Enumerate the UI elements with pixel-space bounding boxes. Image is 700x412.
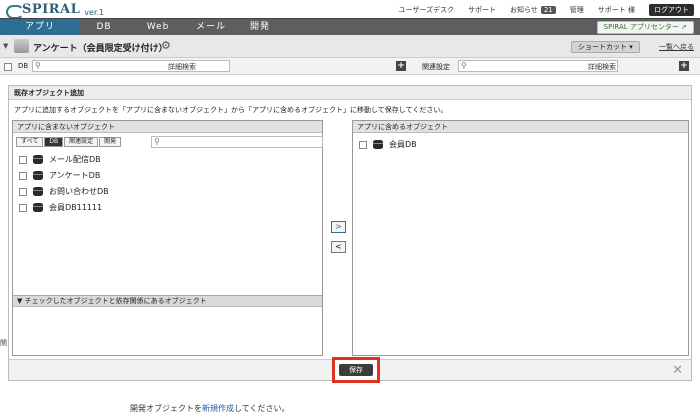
add-db-icon[interactable]: + bbox=[396, 61, 406, 71]
database-icon bbox=[373, 140, 383, 149]
database-icon bbox=[33, 203, 43, 212]
logo-text: SPIRAL bbox=[22, 2, 81, 17]
search-row: DB ⚲ 詳細検索 + 関連設定 ⚲ 詳細検索 + bbox=[0, 58, 700, 75]
top-links: ユーザーズデスク サポート お知らせ 21 管理 サポート 様 ログアウト bbox=[398, 4, 694, 16]
dependency-section-header[interactable]: ▼ チェックしたオブジェクトと依存関係にあるオブジェクト bbox=[13, 295, 322, 307]
db-advanced-search[interactable]: 詳細検索 bbox=[168, 62, 196, 72]
create-new-link[interactable]: 新規作成 bbox=[202, 404, 234, 412]
item-label: お問い合わせDB bbox=[49, 187, 109, 196]
filter-dev-button[interactable]: 開発 bbox=[99, 137, 122, 147]
app-center-button[interactable]: SPIRAL アプリセンター ➚ bbox=[596, 21, 694, 34]
notice-link[interactable]: お知らせ 21 bbox=[510, 5, 556, 15]
support-link[interactable]: サポート bbox=[468, 5, 496, 15]
app-center-label: SPIRAL アプリセンター bbox=[603, 23, 679, 31]
item-label: メール配信DB bbox=[49, 155, 101, 164]
add-object-dialog: 既存オブジェクト追加 アプリに追加するオブジェクトを「アプリに含まないオブジェク… bbox=[8, 85, 692, 383]
dialog-title: 既存オブジェクト追加 bbox=[9, 86, 691, 100]
list-item[interactable]: 会員DB11111 bbox=[19, 202, 102, 213]
external-link-icon: ➚ bbox=[681, 23, 687, 31]
list-item[interactable]: アンケートDB bbox=[19, 170, 100, 181]
database-icon bbox=[33, 155, 43, 164]
spiral-logo[interactable]: SPIRAL ver.1 bbox=[6, 2, 105, 19]
close-icon[interactable]: ✕ bbox=[672, 363, 683, 378]
tab-dev[interactable]: 開発 bbox=[234, 19, 286, 36]
item-label: 会員DB bbox=[389, 140, 417, 149]
filter-related-button[interactable]: 関連設定 bbox=[64, 137, 99, 147]
db-search-input[interactable]: ⚲ bbox=[32, 60, 230, 72]
item-checkbox[interactable] bbox=[359, 140, 367, 149]
database-icon bbox=[33, 171, 43, 180]
user-name: サポート 様 bbox=[597, 6, 635, 14]
back-to-list-link[interactable]: 一覧へ戻る bbox=[659, 42, 694, 52]
top-header: SPIRAL ver.1 ユーザーズデスク サポート お知らせ 21 管理 サポー… bbox=[0, 0, 700, 20]
logout-button[interactable]: ログアウト bbox=[649, 4, 694, 16]
notice-count-badge: 21 bbox=[540, 6, 556, 14]
tab-app[interactable]: アプリ bbox=[0, 19, 80, 36]
search-icon: ⚲ bbox=[35, 61, 41, 70]
list-item[interactable]: お問い合わせDB bbox=[19, 186, 109, 197]
item-checkbox[interactable] bbox=[19, 187, 27, 196]
notice-label: お知らせ bbox=[509, 6, 538, 14]
spiral-logo-icon bbox=[6, 3, 24, 19]
item-checkbox[interactable] bbox=[19, 155, 27, 164]
gear-icon[interactable]: ⚙ bbox=[161, 39, 171, 52]
filter-all-button[interactable]: すべて bbox=[16, 137, 44, 147]
included-objects-title: アプリに含めるオブジェクト bbox=[353, 121, 688, 133]
filter-buttons: すべて DB 関連設定 開発 bbox=[16, 137, 122, 147]
save-highlight-box: 保存 bbox=[332, 357, 380, 383]
select-all-checkbox[interactable] bbox=[4, 63, 12, 71]
background-hint: 開発オブジェクトを新規作成してください。 bbox=[130, 403, 290, 412]
related-label: 関連設定 bbox=[422, 63, 450, 71]
chevron-down-icon: ▾ bbox=[629, 43, 633, 51]
app-icon bbox=[14, 39, 29, 53]
item-checkbox[interactable] bbox=[19, 203, 27, 212]
users-desk-link[interactable]: ユーザーズデスク bbox=[398, 5, 454, 15]
tab-web[interactable]: Web bbox=[128, 19, 188, 36]
add-related-icon[interactable]: + bbox=[679, 61, 689, 71]
object-search-input[interactable]: ⚲ bbox=[151, 136, 323, 148]
filter-db-button[interactable]: DB bbox=[44, 137, 64, 147]
move-right-button[interactable]: > bbox=[331, 221, 346, 233]
title-row: ▼ アンケート（会員限定受け付け） ⚙ ショートカット ▾ 一覧へ戻る bbox=[0, 35, 700, 58]
list-item[interactable]: メール配信DB bbox=[19, 154, 101, 165]
item-checkbox[interactable] bbox=[19, 171, 27, 180]
included-objects-box: アプリに含めるオブジェクト 会員DB bbox=[352, 120, 689, 356]
page-title: アンケート（会員限定受け付け） bbox=[33, 44, 168, 54]
shortcut-label: ショートカット bbox=[578, 43, 627, 51]
dialog-description: アプリに追加するオブジェクトを「アプリに含まないオブジェクト」から「アプリに含め… bbox=[14, 106, 448, 114]
save-button[interactable]: 保存 bbox=[339, 364, 373, 376]
move-left-button[interactable]: < bbox=[331, 241, 346, 253]
db-label: DB bbox=[18, 62, 29, 70]
search-icon: ⚲ bbox=[154, 137, 160, 146]
item-label: 会員DB11111 bbox=[49, 203, 103, 212]
excluded-objects-box: アプリに含まないオブジェクト すべて DB 関連設定 開発 ⚲ メール配信DB … bbox=[12, 120, 323, 356]
hint-prefix: 開発オブジェクトを bbox=[130, 404, 202, 412]
database-icon bbox=[33, 187, 43, 196]
excluded-objects-title: アプリに含まないオブジェクト bbox=[13, 121, 322, 133]
item-label: アンケートDB bbox=[49, 171, 101, 180]
logo-version: ver.1 bbox=[84, 8, 105, 17]
background-side-label: 関 bbox=[0, 339, 7, 347]
collapse-arrow-icon[interactable]: ▼ bbox=[3, 42, 8, 50]
related-advanced-search[interactable]: 詳細検索 bbox=[588, 62, 616, 72]
admin-link[interactable]: 管理 bbox=[570, 5, 584, 15]
shortcut-dropdown[interactable]: ショートカット ▾ bbox=[571, 41, 640, 53]
tab-mail[interactable]: メール bbox=[188, 19, 234, 36]
list-item[interactable]: 会員DB bbox=[359, 139, 417, 150]
tab-db[interactable]: DB bbox=[80, 19, 128, 36]
search-icon: ⚲ bbox=[461, 61, 467, 70]
main-nav: アプリ DB Web メール 開発 SPIRAL アプリセンター ➚ bbox=[0, 18, 700, 36]
hint-suffix: してください。 bbox=[234, 404, 290, 412]
